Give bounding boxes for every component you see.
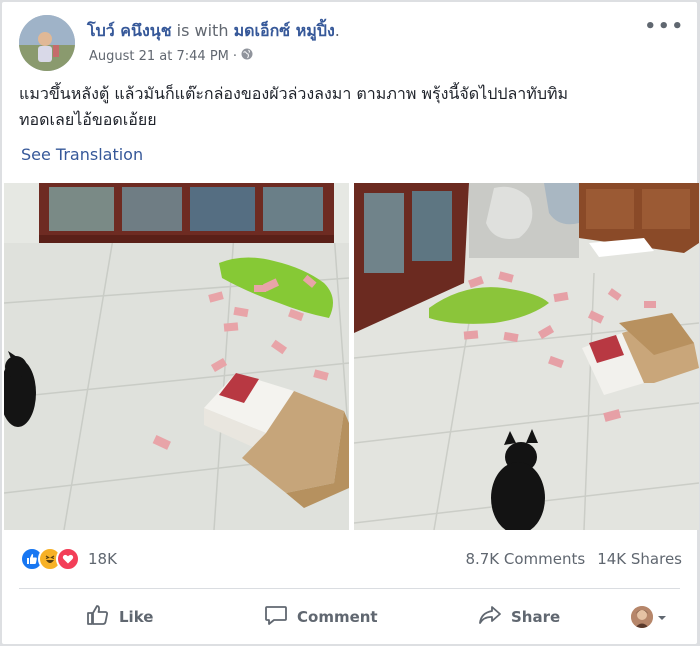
- love-reaction-icon: [56, 547, 80, 571]
- post-text-line-1: แมวขึ้นหลังตู้ แล้วมันก็แต๊ะกล่องของผัวล…: [19, 84, 569, 103]
- post-as-selector[interactable]: [631, 606, 667, 628]
- comments-count-link[interactable]: 8.7K Comments: [465, 550, 585, 568]
- like-label: Like: [119, 608, 154, 626]
- chevron-down-icon: [657, 608, 667, 627]
- post-photo-2[interactable]: [354, 183, 699, 530]
- meta-separator: ·: [232, 48, 238, 64]
- share-arrow-icon: [478, 603, 502, 631]
- post-timestamp-link[interactable]: August 21 at 7:44 PM: [89, 49, 229, 64]
- comment-bubble-icon: [264, 603, 288, 631]
- comment-button[interactable]: Comment: [264, 600, 378, 634]
- share-button[interactable]: Share: [478, 600, 560, 634]
- share-label: Share: [511, 608, 561, 626]
- engagement-counts: 8.7K Comments 14K Shares: [465, 550, 682, 568]
- more-options-icon[interactable]: •••: [644, 16, 685, 37]
- like-button[interactable]: Like: [86, 600, 153, 634]
- post-card: โบว์ คนึงนุช is with มดเอ็กซ์ หมูปิ้ง. A…: [1, 1, 699, 645]
- divider: [19, 588, 680, 589]
- reactions-summary[interactable]: 18K: [20, 547, 117, 571]
- author-line: โบว์ คนึงนุช is with มดเอ็กซ์ หมูปิ้ง.: [87, 19, 340, 44]
- reaction-count: 18K: [88, 550, 117, 568]
- see-translation-link[interactable]: See Translation: [21, 145, 143, 164]
- profile-avatar[interactable]: [19, 15, 75, 71]
- comment-label: Comment: [297, 608, 378, 626]
- post-body: แมวขึ้นหลังตู้ แล้วมันก็แต๊ะกล่องของผัวล…: [19, 81, 684, 133]
- post-meta: August 21 at 7:44 PM ·: [89, 48, 253, 64]
- current-user-avatar: [631, 606, 653, 628]
- post-text-line-2: ทอดเลยไอ้ขอดเอ้ยย: [19, 110, 157, 129]
- thumbs-up-icon: [86, 603, 110, 631]
- tagged-friend-link[interactable]: มดเอ็กซ์ หมูปิ้ง: [234, 21, 335, 40]
- period: .: [334, 21, 340, 40]
- author-name-link[interactable]: โบว์ คนึงนุช: [87, 21, 172, 40]
- shares-count-link[interactable]: 14K Shares: [597, 550, 682, 568]
- post-photo-1[interactable]: [4, 183, 349, 530]
- with-text: is with: [176, 21, 229, 40]
- globe-icon[interactable]: [241, 48, 253, 64]
